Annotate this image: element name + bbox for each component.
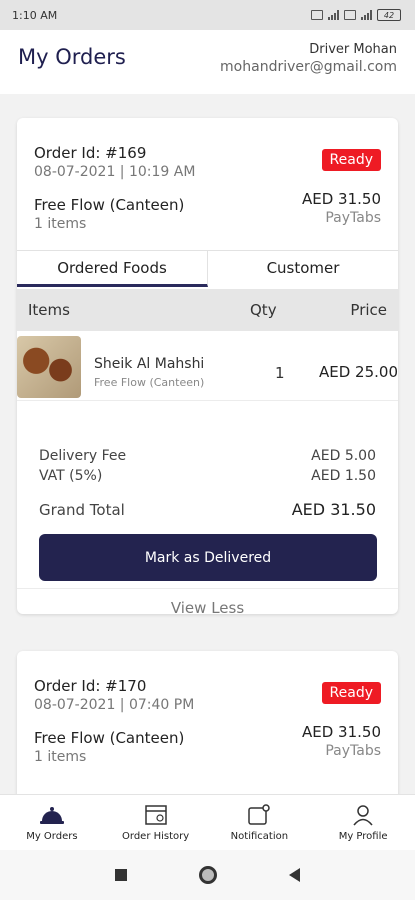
items-table-header: Items Qty Price <box>17 289 398 331</box>
nav-label: My Profile <box>338 831 388 842</box>
status-badge: Ready <box>321 149 381 171</box>
recents-icon[interactable] <box>115 869 127 881</box>
home-icon[interactable] <box>199 866 217 884</box>
nav-order-history[interactable]: Order History <box>104 795 208 850</box>
page-title: My Orders <box>18 45 126 69</box>
nav-notification[interactable]: Notification <box>208 795 312 850</box>
order-items-count: 1 items <box>34 749 87 765</box>
nav-label: My Orders <box>26 831 78 842</box>
order-tabs: Ordered Foods Customer <box>17 250 398 287</box>
payment-method: PayTabs <box>325 743 381 759</box>
delivery-fee-value: AED 5.00 <box>311 448 376 464</box>
sim-icon <box>311 10 323 20</box>
column-header-items: Items <box>28 301 70 319</box>
status-bar: 1:10 AM 42 <box>0 0 415 30</box>
table-row: Sheik Al Mahshi Free Flow (Canteen) 1 AE… <box>17 333 398 401</box>
system-nav-bar <box>0 850 415 900</box>
order-card[interactable]: Order Id: #169 08-07-2021 | 10:19 AM Rea… <box>17 118 398 617</box>
status-icons: 42 <box>311 9 401 21</box>
order-items-count: 1 items <box>34 216 87 232</box>
mark-delivered-button[interactable]: Mark as Delivered <box>39 534 377 581</box>
tab-customer[interactable]: Customer <box>208 251 398 287</box>
payment-method: PayTabs <box>325 210 381 226</box>
cloche-icon <box>39 803 65 827</box>
tab-ordered-foods[interactable]: Ordered Foods <box>17 251 208 287</box>
app-header: My Orders Driver Mohan mohandriver@gmail… <box>0 30 415 94</box>
vat-value: AED 1.50 <box>311 468 376 484</box>
nav-my-profile[interactable]: My Profile <box>311 795 415 850</box>
back-icon[interactable] <box>289 868 300 882</box>
view-less-link[interactable]: View Less <box>17 588 398 617</box>
column-header-qty: Qty <box>250 301 277 319</box>
column-header-price: Price <box>350 301 387 319</box>
orders-list[interactable]: Order Id: #169 08-07-2021 | 10:19 AM Rea… <box>0 94 415 794</box>
grand-total-value: AED 31.50 <box>291 500 376 519</box>
battery-level: 42 <box>383 10 395 20</box>
vat-label: VAT (5%) <box>39 468 103 484</box>
order-id: Order Id: #169 <box>34 144 147 162</box>
driver-name: Driver Mohan <box>309 42 397 57</box>
nav-my-orders[interactable]: My Orders <box>0 795 104 850</box>
profile-icon <box>351 803 375 827</box>
grand-total-label: Grand Total <box>39 501 125 519</box>
order-card[interactable]: Order Id: #170 08-07-2021 | 07:40 PM Rea… <box>17 651 398 794</box>
order-datetime: 08-07-2021 | 10:19 AM <box>34 164 196 180</box>
nav-label: Notification <box>230 831 289 842</box>
order-source: Free Flow (Canteen) <box>34 729 185 747</box>
delivery-fee-label: Delivery Fee <box>39 448 127 464</box>
food-price: AED 25.00 <box>319 363 398 381</box>
battery-icon: 42 <box>377 9 401 21</box>
signal-icon <box>328 10 339 20</box>
food-source: Free Flow (Canteen) <box>94 376 205 389</box>
order-source: Free Flow (Canteen) <box>34 196 185 214</box>
signal-icon-2 <box>361 10 372 20</box>
driver-email: mohandriver@gmail.com <box>220 59 397 75</box>
bottom-nav: My Orders Order History Notification My … <box>0 794 415 850</box>
status-time: 1:10 AM <box>12 8 58 22</box>
food-image <box>17 336 81 398</box>
calendar-icon <box>144 803 168 827</box>
sim-icon-2 <box>344 10 356 20</box>
food-name: Sheik Al Mahshi <box>94 356 205 372</box>
order-amount: AED 31.50 <box>302 723 381 741</box>
nav-label: Order History <box>122 831 190 842</box>
order-amount: AED 31.50 <box>302 190 381 208</box>
food-qty: 1 <box>275 364 285 382</box>
driver-info: Driver Mohan mohandriver@gmail.com <box>220 41 397 77</box>
order-id: Order Id: #170 <box>34 677 147 695</box>
status-badge: Ready <box>321 682 381 704</box>
notification-icon <box>247 803 271 827</box>
order-datetime: 08-07-2021 | 07:40 PM <box>34 697 195 713</box>
